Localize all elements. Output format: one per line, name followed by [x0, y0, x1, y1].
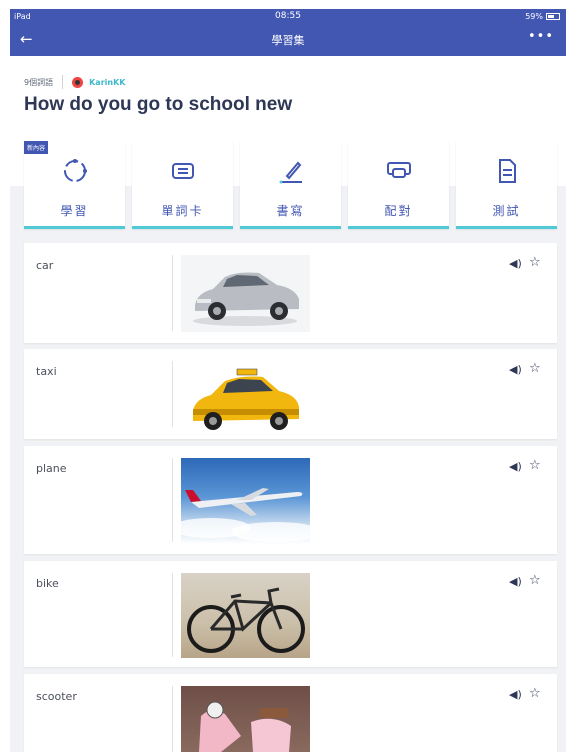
card-divider [172, 255, 173, 331]
nav-bar: ← 學習集 ••• [10, 24, 566, 56]
mode-flashcards[interactable]: 單詞卡 [132, 141, 233, 229]
term-text: bike [36, 577, 59, 590]
speaker-icon[interactable]: ◀) [509, 257, 522, 270]
mode-label: 配對 [384, 204, 413, 218]
plane-image [181, 458, 310, 544]
status-bar: iPad 08:55 59% [10, 9, 566, 24]
term-card-bike: bike ◀) ☆ [24, 561, 557, 667]
star-icon[interactable]: ☆ [529, 573, 541, 588]
speaker-icon[interactable]: ◀) [509, 575, 522, 588]
speaker-icon[interactable]: ◀) [509, 363, 522, 376]
author-name[interactable]: KarinKK [89, 78, 125, 87]
speaker-icon[interactable]: ◀) [509, 688, 522, 701]
mode-match[interactable]: 配對 [348, 141, 449, 229]
car-image [181, 255, 310, 332]
term-card-car: car ◀) ☆ [24, 243, 557, 343]
mode-write[interactable]: 書寫 [240, 141, 341, 229]
set-meta: 9個詞語 KarinKK [24, 75, 125, 89]
term-text: scooter [36, 690, 77, 703]
match-icon [348, 157, 449, 185]
test-icon [456, 157, 557, 185]
mode-label: 學習 [60, 204, 89, 218]
term-text: car [36, 259, 54, 272]
battery-icon [546, 13, 560, 20]
mode-test[interactable]: 測試 [456, 141, 557, 229]
mode-label: 書寫 [276, 204, 305, 218]
term-text: plane [36, 462, 67, 475]
battery-indicator: 59% [525, 12, 560, 21]
bike-image [181, 573, 310, 658]
term-text: taxi [36, 365, 57, 378]
scooter-image [181, 686, 310, 752]
term-count: 9個詞語 [24, 77, 54, 87]
card-divider [172, 458, 173, 542]
taxi-image [181, 361, 310, 438]
page-title: How do you go to school new [24, 94, 293, 115]
speaker-icon[interactable]: ◀) [509, 460, 522, 473]
battery-percent: 59% [525, 12, 543, 21]
new-content-badge: 新內容 [24, 141, 49, 154]
card-divider [172, 361, 173, 427]
more-options-icon[interactable]: ••• [528, 29, 554, 44]
status-time: 08:55 [275, 11, 301, 21]
nav-title: 學習集 [271, 34, 305, 47]
top-bar: iPad 08:55 59% ← 學習集 ••• [10, 9, 566, 56]
meta-divider [62, 75, 64, 89]
star-icon[interactable]: ☆ [529, 686, 541, 701]
term-card-plane: plane ◀) ☆ [24, 446, 557, 554]
star-icon[interactable]: ☆ [529, 458, 541, 473]
avatar[interactable] [72, 76, 84, 88]
term-card-taxi: taxi ◀) ☆ [24, 349, 557, 439]
write-icon [240, 157, 341, 185]
mode-label: 單詞卡 [161, 204, 204, 218]
flashcards-icon [132, 157, 233, 185]
mode-label: 測試 [492, 204, 521, 218]
star-icon[interactable]: ☆ [529, 361, 541, 376]
study-modes: 新內容 學習 單詞卡 書寫 配對 測試 [24, 141, 557, 229]
term-card-scooter: scooter ◀) ☆ [24, 674, 557, 752]
star-icon[interactable]: ☆ [529, 255, 541, 270]
learn-icon [24, 157, 125, 185]
mode-learn[interactable]: 新內容 學習 [24, 141, 125, 229]
card-divider [172, 573, 173, 657]
card-divider [172, 686, 173, 752]
